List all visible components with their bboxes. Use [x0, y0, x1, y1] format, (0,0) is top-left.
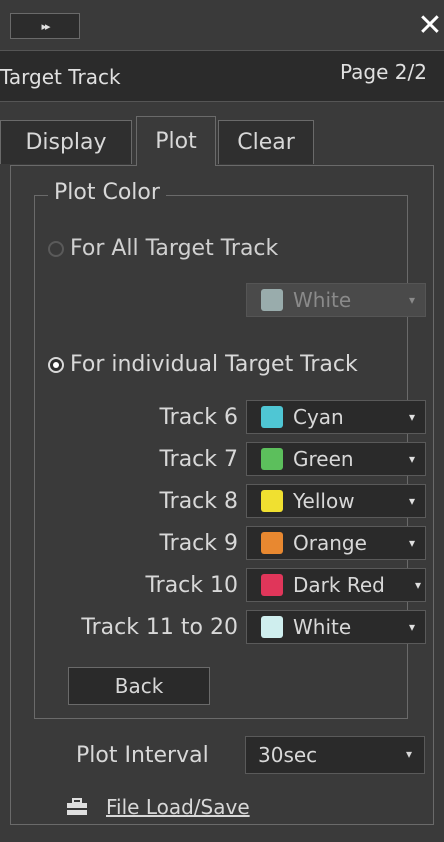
track-7-color-dropdown[interactable]: Green ▾ [246, 442, 426, 476]
track-label: Track 6 [159, 405, 238, 430]
dropdown-value: Cyan [293, 405, 344, 429]
color-swatch [261, 448, 283, 470]
chevron-down-icon: ▾ [408, 620, 415, 634]
track-label: Track 9 [159, 531, 238, 556]
color-swatch [261, 406, 283, 428]
expand-button[interactable]: ▸▸ [10, 13, 80, 39]
radio-individual-target-track[interactable]: For individual Target Track [48, 352, 358, 377]
chevron-down-icon: ▾ [408, 410, 415, 424]
dropdown-value: 30sec [258, 743, 318, 767]
track-label: Track 7 [159, 447, 238, 472]
plot-interval-label: Plot Interval [76, 743, 209, 768]
plot-color-legend: Plot Color [48, 180, 166, 205]
file-load-save-link[interactable]: File Load/Save [66, 795, 250, 819]
track-10-color-dropdown[interactable]: Dark Red ▾ [246, 568, 426, 602]
track-label: Track 11 to 20 [81, 615, 238, 640]
toolbox-icon [67, 798, 87, 815]
track-label: Track 8 [159, 489, 238, 514]
color-swatch [261, 616, 283, 638]
tab-clear[interactable]: Clear [218, 120, 314, 164]
track-8-color-dropdown[interactable]: Yellow ▾ [246, 484, 426, 518]
chevron-down-icon: ▾ [408, 452, 415, 466]
track-6-color-dropdown[interactable]: Cyan ▾ [246, 400, 426, 434]
color-swatch [261, 490, 283, 512]
dropdown-value: Orange [293, 531, 367, 555]
track-9-color-dropdown[interactable]: Orange ▾ [246, 526, 426, 560]
chevron-down-icon: ▾ [408, 494, 415, 508]
radio-button-icon[interactable] [48, 240, 64, 257]
dropdown-value: Dark Red [293, 573, 385, 597]
chevron-down-icon: ▾ [408, 293, 415, 307]
radio-label: For individual Target Track [70, 352, 358, 377]
chevron-down-icon: ▾ [414, 578, 421, 592]
track-11-20-color-dropdown[interactable]: White ▾ [246, 610, 426, 644]
dropdown-value: Green [293, 447, 354, 471]
title-bar: ▸▸ ✕ [0, 0, 444, 50]
tab-display[interactable]: Display [0, 120, 132, 164]
chevron-down-icon: ▾ [405, 747, 412, 761]
all-color-dropdown[interactable]: White ▾ [246, 283, 426, 317]
page-indicator: Page 2/2 [340, 60, 427, 84]
chevron-down-icon: ▾ [408, 536, 415, 550]
radio-button-icon[interactable] [48, 356, 64, 373]
page-title: Target Track [0, 65, 121, 89]
dropdown-value: White [293, 615, 352, 639]
file-load-save-label: File Load/Save [106, 795, 250, 819]
color-swatch [261, 574, 283, 596]
radio-label: For All Target Track [70, 236, 279, 261]
dropdown-value: White [293, 288, 352, 312]
track-label: Track 10 [145, 573, 238, 598]
plot-interval-dropdown[interactable]: 30sec ▾ [245, 736, 425, 774]
tab-plot[interactable]: Plot [136, 116, 216, 166]
color-swatch [261, 532, 283, 554]
radio-all-target-track[interactable]: For All Target Track [48, 236, 278, 261]
color-swatch [261, 289, 283, 311]
back-button[interactable]: Back [68, 667, 210, 705]
close-icon[interactable]: ✕ [416, 9, 444, 43]
dropdown-value: Yellow [293, 489, 355, 513]
header: Target Track Page 2/2 [0, 50, 444, 102]
